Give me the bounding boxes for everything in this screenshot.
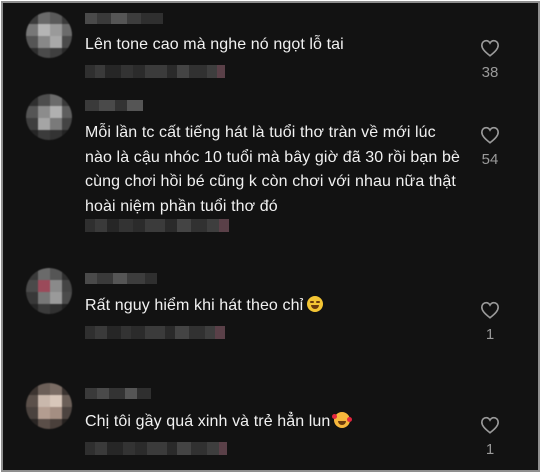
like-button[interactable]: 1 — [470, 301, 510, 343]
like-button[interactable]: 38 — [470, 39, 510, 81]
username-blurred[interactable] — [85, 388, 151, 399]
comment-text-content: Rất nguy hiểm khi hát theo chỉ — [85, 297, 304, 314]
username-blurred[interactable] — [85, 273, 157, 284]
comment-meta-blurred — [85, 218, 229, 232]
like-count: 1 — [485, 441, 495, 458]
like-count: 54 — [481, 151, 499, 168]
avatar[interactable] — [26, 94, 72, 140]
comment-meta-blurred — [85, 64, 225, 78]
comment-text-content: Chị tôi gầy quá xinh và trẻ hẳn lun — [85, 413, 331, 430]
smiling-face-with-hearts-icon — [332, 412, 353, 428]
username-blurred[interactable] — [85, 13, 163, 24]
heart-outline-icon — [480, 416, 500, 434]
like-button[interactable]: 54 — [470, 126, 510, 168]
heart-outline-icon — [480, 301, 500, 319]
like-count: 1 — [485, 326, 495, 343]
comment-text: Rất nguy hiểm khi hát theo chỉ — [85, 294, 465, 319]
like-count: 38 — [481, 64, 499, 81]
face-with-tears-of-joy-icon — [307, 296, 324, 312]
like-button[interactable]: 1 — [470, 416, 510, 458]
comment-meta-blurred — [85, 325, 225, 339]
comment-text: Lên tone cao mà nghe nó ngọt lỗ tai — [85, 36, 344, 53]
avatar[interactable] — [26, 383, 72, 429]
comments-panel: Lên tone cao mà nghe nó ngọt lỗ tai 38 M… — [1, 1, 540, 472]
avatar[interactable] — [26, 268, 72, 314]
avatar[interactable] — [26, 12, 72, 58]
comment-text: Chị tôi gầy quá xinh và trẻ hẳn lun — [85, 410, 465, 435]
comment-text: Mỗi lần tc cất tiếng hát là tuổi thơ trà… — [85, 124, 460, 215]
username-blurred[interactable] — [85, 100, 143, 111]
heart-outline-icon — [480, 126, 500, 144]
comment-meta-blurred — [85, 441, 227, 455]
heart-outline-icon — [480, 39, 500, 57]
